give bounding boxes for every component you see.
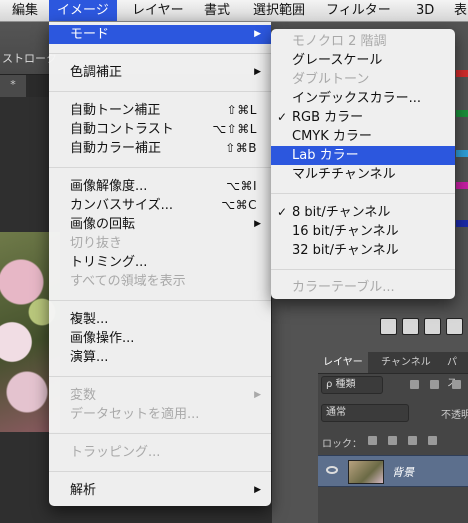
menu-item-apply-data-set: データセットを適用... [70, 407, 200, 422]
menubar-3d[interactable]: 3D [408, 0, 442, 21]
adjustment-icon-4[interactable] [446, 318, 463, 335]
swatch-magenta[interactable] [456, 182, 468, 189]
menu-item-trim[interactable]: トリミング... [49, 253, 271, 272]
swatch-red[interactable] [456, 70, 468, 77]
layers-panel: レイヤー チャンネル パス ρ 種類 通常 不透明 ロック： 背景 [318, 352, 468, 523]
menu-separator [49, 300, 271, 301]
submenu-item-cmyk-color[interactable]: CMYK カラー [271, 127, 455, 146]
document-tab[interactable]: * [0, 75, 26, 97]
menu-item-trapping: トラッピング... [70, 445, 161, 460]
submenu-item-32bit[interactable]: 32 bit/チャンネル [271, 241, 455, 260]
triangle-right-icon: ▶ [254, 29, 261, 39]
menu-item-image-size[interactable]: 画像解像度... ⌥⌘I [49, 177, 271, 196]
menubar-layer[interactable]: レイヤー [124, 0, 192, 21]
menubar-filter[interactable]: フィルター [318, 0, 399, 21]
menu-separator [49, 433, 271, 434]
menubar-select[interactable]: 選択範囲 [245, 0, 313, 21]
opacity-label: 不透明 [441, 410, 468, 421]
menubar-edit[interactable]: 編集 [4, 0, 46, 21]
checkmark-icon: ✓ [277, 205, 288, 219]
lock-all-icon[interactable] [428, 436, 437, 445]
lock-label: ロック： [322, 439, 362, 450]
menu-separator [49, 471, 271, 472]
adjustment-icon-3[interactable] [424, 318, 441, 335]
menu-item-image-rotation[interactable]: 画像の回転 ▶ [49, 215, 271, 234]
menu-item-auto-tone[interactable]: 自動トーン補正 ⇧⌘L [49, 101, 271, 120]
swatch-cyan[interactable] [456, 150, 468, 157]
filter-pixel-icon[interactable] [410, 380, 419, 389]
menu-separator [49, 376, 271, 377]
tab-channels[interactable]: チャンネル [376, 352, 436, 373]
menu-separator [49, 91, 271, 92]
menu-item-calculations[interactable]: 演算... [49, 348, 271, 367]
submenu-item-8bit[interactable]: ✓ 8 bit/チャンネル [271, 203, 455, 222]
adjustment-icon-1[interactable] [380, 318, 397, 335]
triangle-right-icon: ▶ [254, 390, 261, 400]
layer-name: 背景 [392, 466, 414, 479]
menu-item-variables: 変数 ▶ [70, 388, 261, 403]
triangle-right-icon: ▶ [254, 219, 261, 229]
submenu-item-lab-color[interactable]: Lab カラー [271, 146, 455, 165]
swatch-green[interactable] [456, 110, 468, 117]
submenu-item-16bit[interactable]: 16 bit/チャンネル [271, 222, 455, 241]
triangle-right-icon: ▶ [254, 67, 261, 77]
lock-transparent-icon[interactable] [368, 436, 377, 445]
menu-item-auto-contrast[interactable]: 自動コントラスト ⌥⇧⌘L [49, 120, 271, 139]
menu-item-analysis[interactable]: 解析 ▶ [49, 481, 271, 500]
layer-filter-select[interactable]: ρ 種類 [321, 376, 383, 394]
submenu-item-multichannel[interactable]: マルチチャンネル [271, 165, 455, 184]
menu-bar: 編集 イメージ レイヤー 書式 選択範囲 フィルター 3D 表 [0, 0, 468, 22]
menu-item-reveal-all: すべての領域を表示 [70, 274, 186, 289]
checkmark-icon: ✓ [277, 110, 288, 124]
image-menu: モード ▶ 色調補正 ▶ 自動トーン補正 ⇧⌘L 自動コントラスト ⌥⇧⌘L 自動カラー… [49, 22, 271, 506]
menu-separator [49, 167, 271, 168]
menubar-image[interactable]: イメージ [49, 0, 117, 21]
color-swatches [456, 70, 468, 240]
submenu-item-indexed-color[interactable]: インデックスカラー... [271, 89, 455, 108]
menu-separator [271, 193, 455, 194]
submenu-item-rgb-color[interactable]: ✓ RGB カラー [271, 108, 455, 127]
menu-item-mode[interactable]: モード ▶ [49, 25, 271, 44]
menu-separator [49, 53, 271, 54]
adjustment-icon-2[interactable] [402, 318, 419, 335]
submenu-item-bitmap: モノクロ 2 階調 [292, 34, 387, 49]
eye-icon[interactable] [326, 466, 338, 474]
lock-move-icon[interactable] [408, 436, 417, 445]
filter-type-icon[interactable] [452, 380, 461, 389]
menu-item-canvas-size[interactable]: カンバスサイズ... ⌥⌘C [49, 196, 271, 215]
menu-item-auto-color[interactable]: 自動カラー補正 ⇧⌘B [49, 139, 271, 158]
swatch-blue[interactable] [456, 220, 468, 227]
menubar-type[interactable]: 書式 [196, 0, 238, 21]
filter-adjust-icon[interactable] [430, 380, 439, 389]
tab-paths[interactable]: パス [442, 352, 468, 389]
layer-thumbnail [348, 460, 384, 484]
layer-row-background[interactable]: 背景 [318, 455, 468, 487]
menu-item-duplicate[interactable]: 複製... [49, 310, 271, 329]
menu-item-crop: 切り抜き [70, 236, 123, 251]
menu-item-adjustments[interactable]: 色調補正 ▶ [49, 63, 271, 82]
menubar-view[interactable]: 表 [446, 0, 468, 21]
menu-item-apply-image[interactable]: 画像操作... [49, 329, 271, 348]
blend-mode-select[interactable]: 通常 [321, 404, 409, 422]
lock-brush-icon[interactable] [388, 436, 397, 445]
tab-layers[interactable]: レイヤー [318, 352, 368, 373]
layers-panel-tabs: レイヤー チャンネル パス [318, 352, 468, 389]
triangle-right-icon: ▶ [254, 485, 261, 495]
submenu-item-duotone: ダブルトーン [292, 72, 370, 87]
menu-separator [271, 269, 455, 270]
mode-submenu: モノクロ 2 階調 グレースケール ダブルトーン インデックスカラー... ✓ … [271, 29, 455, 299]
submenu-item-grayscale[interactable]: グレースケール [271, 51, 455, 70]
submenu-item-color-table: カラーテーブル... [292, 280, 395, 295]
